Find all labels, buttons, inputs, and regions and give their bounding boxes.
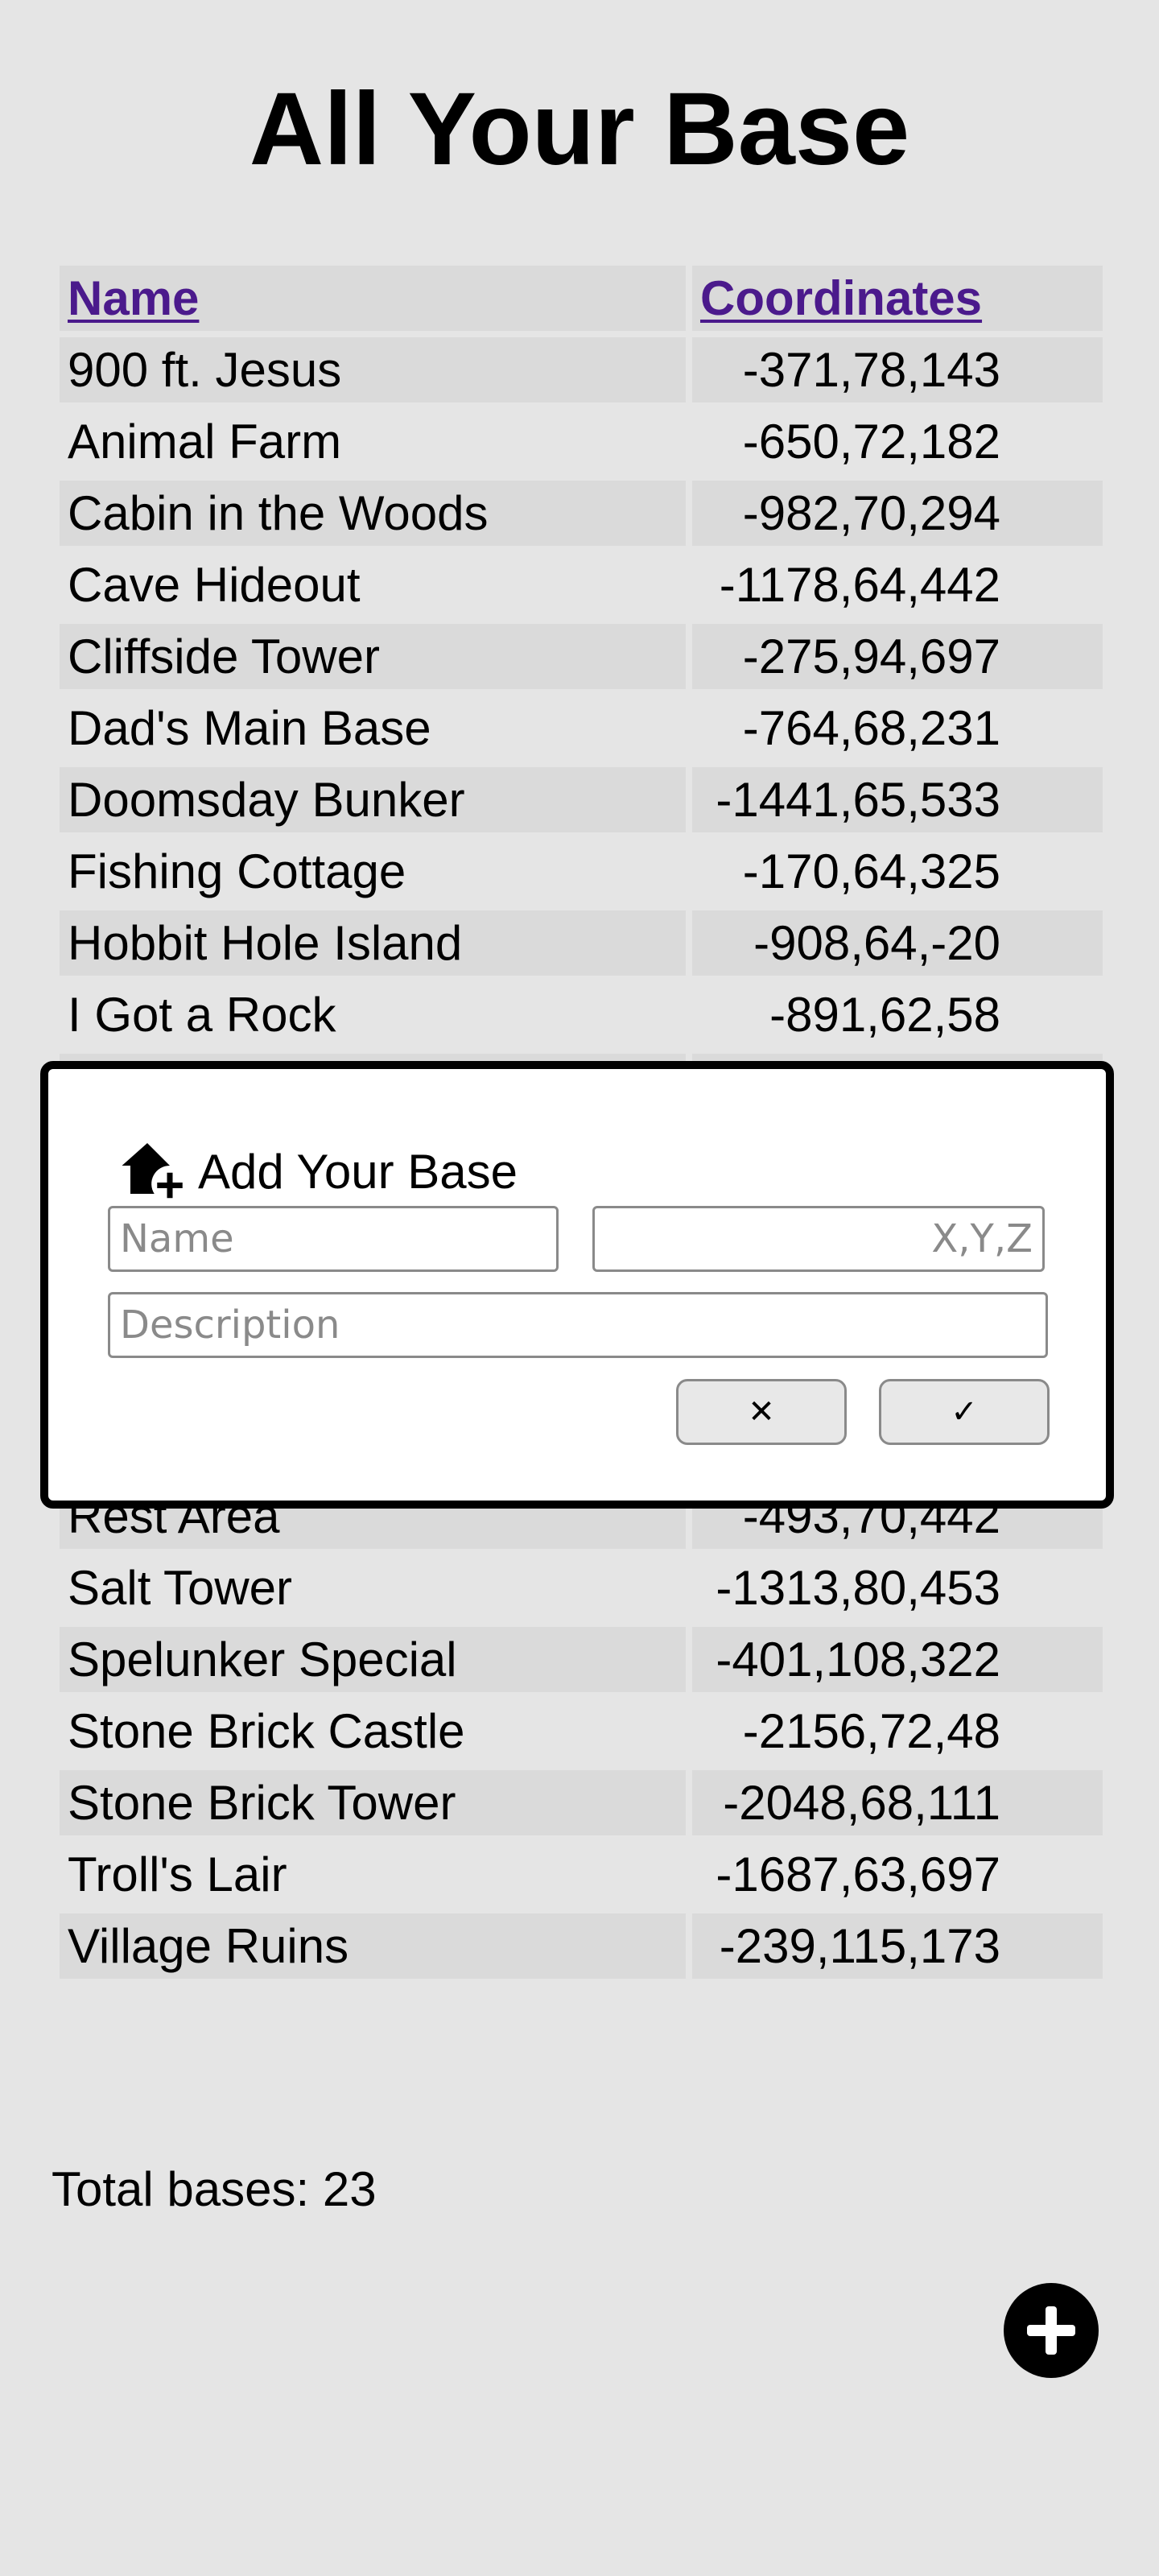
cancel-button[interactable]: ✕ xyxy=(676,1379,847,1445)
base-coordinates-cell: -982,70,294 xyxy=(692,481,1103,546)
base-name-cell: Village Ruins xyxy=(60,1913,686,1979)
page-title: All Your Base xyxy=(249,72,910,187)
sort-by-coordinates-link[interactable]: Coordinates xyxy=(700,271,982,325)
base-name-cell: Stone Brick Tower xyxy=(60,1770,686,1835)
table-row: I Got a Rock -891,62,58 xyxy=(60,982,1103,1047)
base-name-cell: Salt Tower xyxy=(68,1561,293,1615)
base-coordinates-cell: -1178,64,442 xyxy=(719,558,1000,612)
table-row: Cliffside Tower -275,94,697 xyxy=(60,624,1103,689)
table-row: Stone Brick Castle -2156,72,48 xyxy=(60,1699,1103,1764)
base-name-cell: Cabin in the Woods xyxy=(60,481,686,546)
table-row: Fishing Cottage -170,64,325 xyxy=(60,839,1103,904)
table-header-row: Name Coordinates xyxy=(60,266,1103,331)
coordinates-input[interactable] xyxy=(592,1206,1045,1272)
table-row: Dad's Main Base -764,68,231 xyxy=(60,696,1103,761)
table-row: 900 ft. Jesus -371,78,143 xyxy=(60,337,1103,402)
base-coordinates-cell: -239,115,173 xyxy=(692,1913,1103,1979)
base-name-cell: Dad's Main Base xyxy=(68,701,431,755)
base-name-cell: Stone Brick Castle xyxy=(68,1704,465,1758)
base-name-cell: Troll's Lair xyxy=(68,1847,287,1901)
table-row: Cabin in the Woods -982,70,294 xyxy=(60,481,1103,546)
table-row: Village Ruins -239,115,173 xyxy=(60,1913,1103,1979)
name-column-header: Name xyxy=(60,266,686,331)
base-coordinates-cell: -891,62,58 xyxy=(769,988,1000,1042)
table-row: Cave Hideout -1178,64,442 xyxy=(60,552,1103,617)
base-name-cell: Cave Hideout xyxy=(68,558,361,612)
base-coordinates-cell: -2048,68,111 xyxy=(692,1770,1103,1835)
base-name-cell: 900 ft. Jesus xyxy=(60,337,686,402)
confirm-button[interactable]: ✓ xyxy=(879,1379,1050,1445)
base-coordinates-cell: -1313,80,453 xyxy=(716,1561,1000,1615)
checkmark-icon: ✓ xyxy=(951,1393,978,1430)
base-coordinates-cell: -170,64,325 xyxy=(742,844,1000,898)
close-icon: ✕ xyxy=(748,1393,775,1430)
table-row: Troll's Lair -1687,63,697 xyxy=(60,1842,1103,1907)
description-input[interactable] xyxy=(108,1292,1048,1358)
base-name-cell: Hobbit Hole Island xyxy=(60,910,686,976)
base-name-cell: Spelunker Special xyxy=(60,1627,686,1692)
base-name-cell: Animal Farm xyxy=(68,415,342,469)
coordinates-column-header: Coordinates xyxy=(692,266,1103,331)
add-home-icon xyxy=(122,1143,185,1200)
base-coordinates-cell: -764,68,231 xyxy=(742,701,1000,755)
add-base-dialog: Add Your Base ✕ ✓ xyxy=(40,1061,1114,1509)
base-coordinates-cell: -371,78,143 xyxy=(692,337,1103,402)
base-coordinates-cell: -2156,72,48 xyxy=(742,1704,1000,1758)
base-coordinates-cell: -1441,65,533 xyxy=(692,767,1103,832)
base-name-cell: Cliffside Tower xyxy=(60,624,686,689)
sort-by-name-link[interactable]: Name xyxy=(68,271,199,325)
add-base-button[interactable] xyxy=(1004,2283,1099,2378)
base-coordinates-cell: -275,94,697 xyxy=(692,624,1103,689)
name-input[interactable] xyxy=(108,1206,559,1272)
base-coordinates-cell: -908,64,-20 xyxy=(692,910,1103,976)
table-row: Hobbit Hole Island -908,64,-20 xyxy=(60,910,1103,976)
base-coordinates-cell: -401,108,322 xyxy=(692,1627,1103,1692)
base-name-cell: Doomsday Bunker xyxy=(60,767,686,832)
base-name-cell: Fishing Cottage xyxy=(68,844,406,898)
dialog-title: Add Your Base xyxy=(198,1144,518,1199)
base-coordinates-cell: -1687,63,697 xyxy=(716,1847,1000,1901)
base-name-cell: I Got a Rock xyxy=(68,988,336,1042)
table-row: Doomsday Bunker -1441,65,533 xyxy=(60,767,1103,832)
total-bases-count: Total bases: 23 xyxy=(52,2162,377,2216)
dialog-heading: Add Your Base xyxy=(119,1135,518,1208)
table-row: Spelunker Special -401,108,322 xyxy=(60,1627,1103,1692)
table-row: Stone Brick Tower -2048,68,111 xyxy=(60,1770,1103,1835)
table-row: Animal Farm -650,72,182 xyxy=(60,409,1103,474)
table-row: Salt Tower -1313,80,453 xyxy=(60,1555,1103,1620)
base-coordinates-cell: -650,72,182 xyxy=(742,415,1000,469)
